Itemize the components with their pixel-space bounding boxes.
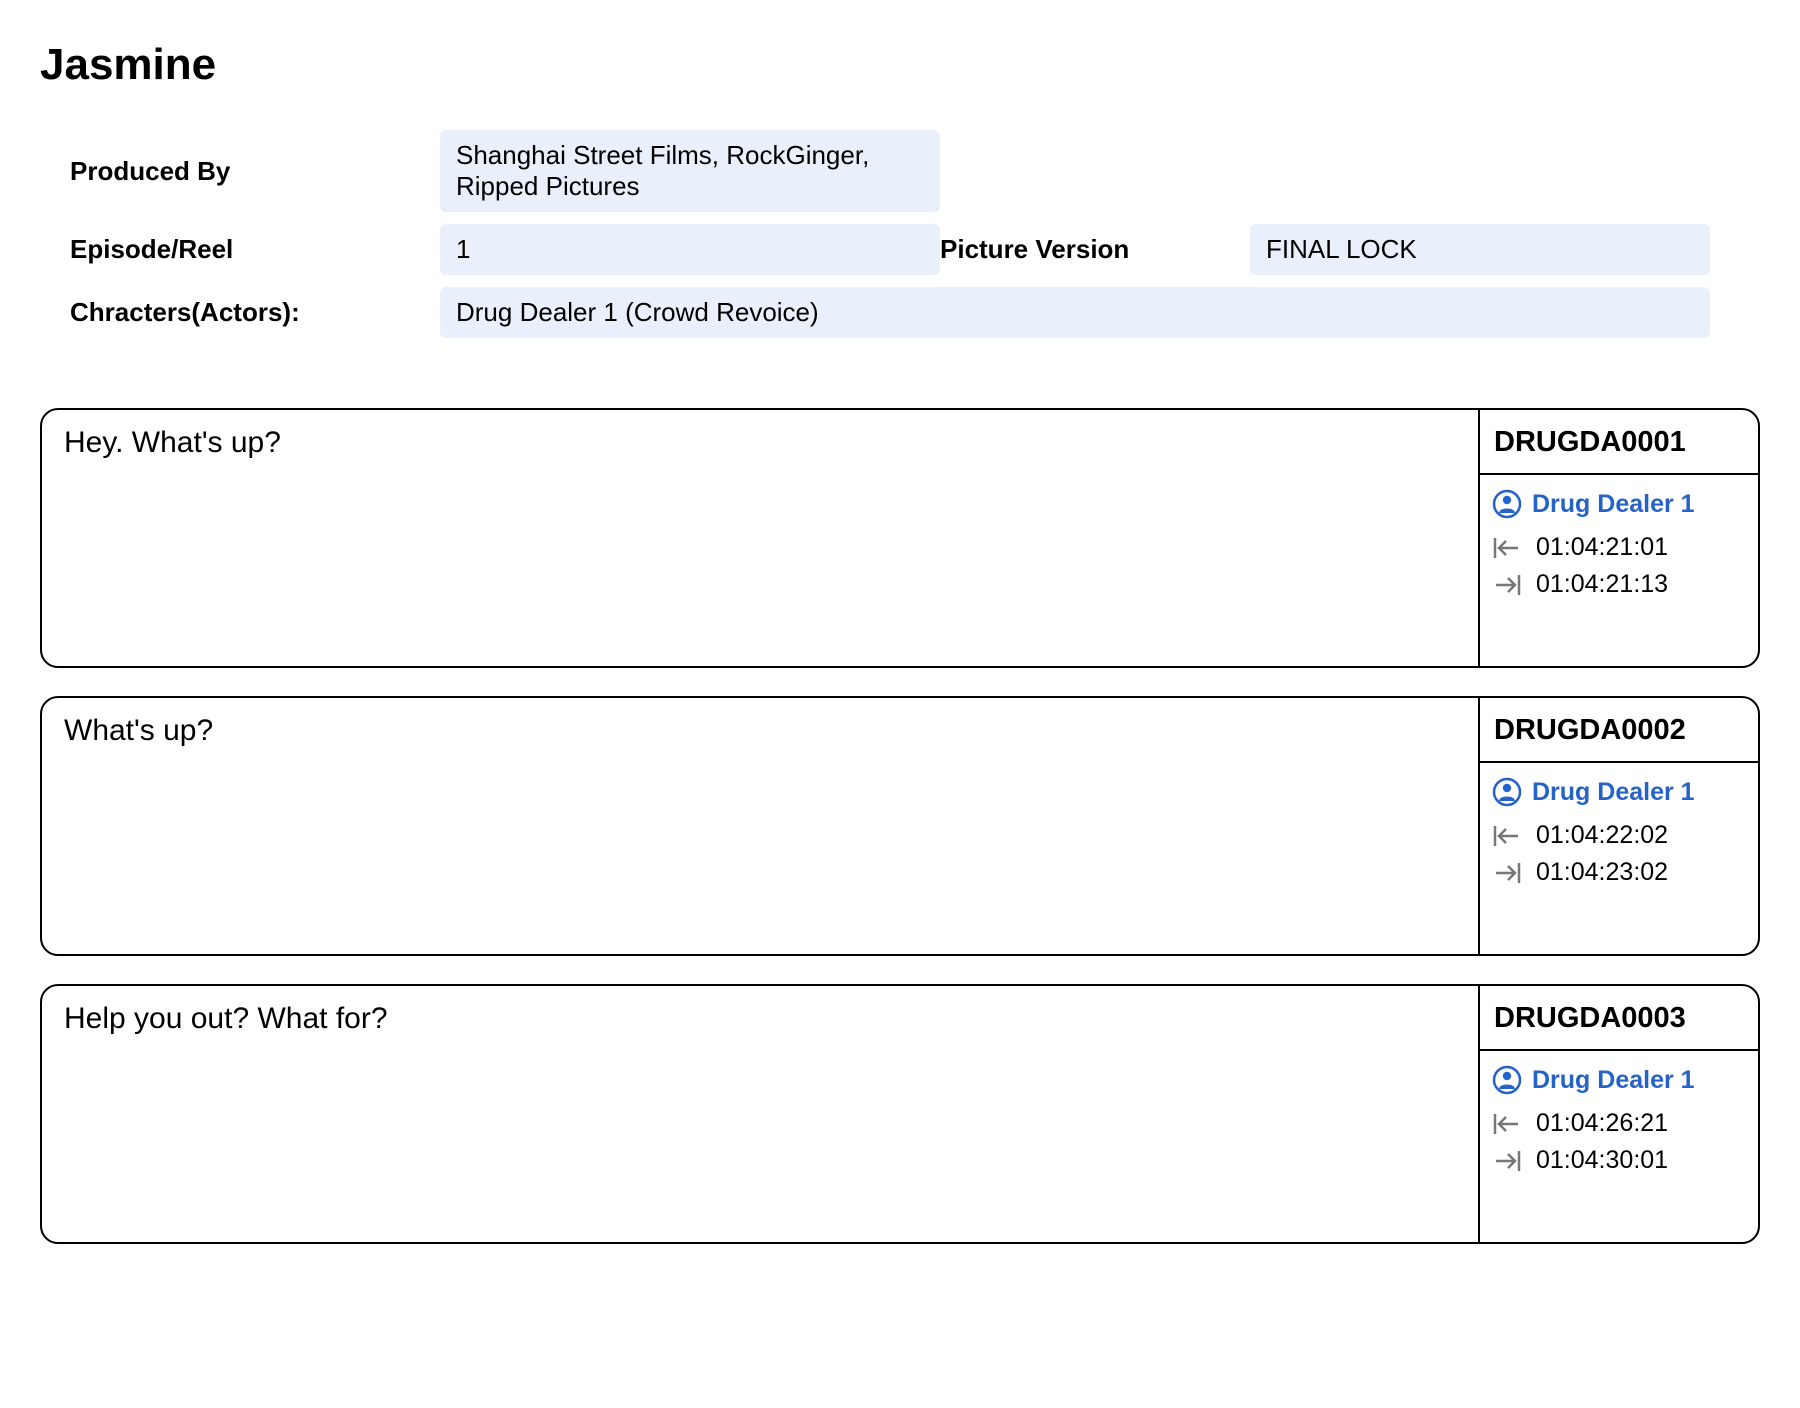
timecode-out-icon — [1492, 573, 1522, 597]
cue-dialogue: What's up? — [42, 698, 1478, 954]
person-icon — [1492, 777, 1522, 807]
timecode-in: 01:04:22:02 — [1536, 821, 1668, 850]
character-name: Drug Dealer 1 — [1532, 778, 1695, 807]
character-row: Drug Dealer 1 — [1492, 777, 1746, 807]
characters-value: Drug Dealer 1 (Crowd Revoice) — [440, 287, 1710, 338]
cue-id: DRUGDA0001 — [1480, 410, 1758, 475]
timecode-in-icon — [1492, 824, 1522, 848]
picture-version-label: Picture Version — [940, 224, 1250, 275]
person-icon — [1492, 489, 1522, 519]
cue-id: DRUGDA0002 — [1480, 698, 1758, 763]
timecode-out-icon — [1492, 1149, 1522, 1173]
picture-version-value: FINAL LOCK — [1250, 224, 1710, 275]
timecode-in-row: 01:04:22:02 — [1492, 821, 1746, 850]
cue-meta: Drug Dealer 1 01:04:22:02 01:04:23:02 — [1480, 763, 1758, 909]
produced-by-value: Shanghai Street Films, RockGinger, Rippe… — [440, 130, 940, 212]
meta-grid: Produced By Shanghai Street Films, RockG… — [40, 130, 1760, 338]
cue-card: What's up?DRUGDA0002 Drug Dealer 1 01:04:2… — [40, 696, 1760, 956]
timecode-in-icon — [1492, 536, 1522, 560]
timecode-out: 01:04:23:02 — [1536, 858, 1668, 887]
meta-empty-cell — [940, 130, 1250, 212]
meta-empty-cell — [1250, 130, 1710, 212]
timecode-in: 01:04:26:21 — [1536, 1109, 1668, 1138]
timecode-in-icon — [1492, 1112, 1522, 1136]
cues-container: Hey. What's up?DRUGDA0001 Drug Dealer 1 01… — [40, 408, 1760, 1244]
timecode-out-row: 01:04:21:13 — [1492, 570, 1746, 599]
timecode-out-row: 01:04:23:02 — [1492, 858, 1746, 887]
cue-meta: Drug Dealer 1 01:04:21:01 01:04:21:13 — [1480, 475, 1758, 621]
timecode-in-row: 01:04:21:01 — [1492, 533, 1746, 562]
timecode-in: 01:04:21:01 — [1536, 533, 1668, 562]
character-name: Drug Dealer 1 — [1532, 490, 1695, 519]
cue-dialogue: Help you out? What for? — [42, 986, 1478, 1242]
timecode-in-row: 01:04:26:21 — [1492, 1109, 1746, 1138]
cue-right-panel: DRUGDA0001 Drug Dealer 1 01:04:21:01 01:04:… — [1478, 410, 1758, 666]
cue-right-panel: DRUGDA0002 Drug Dealer 1 01:04:22:02 01:04:… — [1478, 698, 1758, 954]
timecode-out: 01:04:21:13 — [1536, 570, 1668, 599]
timecode-out-row: 01:04:30:01 — [1492, 1146, 1746, 1175]
timecode-out: 01:04:30:01 — [1536, 1146, 1668, 1175]
cue-dialogue: Hey. What's up? — [42, 410, 1478, 666]
characters-label: Chracters(Actors): — [70, 287, 440, 338]
cue-id: DRUGDA0003 — [1480, 986, 1758, 1051]
person-icon — [1492, 1065, 1522, 1095]
cue-meta: Drug Dealer 1 01:04:26:21 01:04:30:01 — [1480, 1051, 1758, 1197]
cue-card: Hey. What's up?DRUGDA0001 Drug Dealer 1 01… — [40, 408, 1760, 668]
character-row: Drug Dealer 1 — [1492, 489, 1746, 519]
episode-value: 1 — [440, 224, 940, 275]
cue-right-panel: DRUGDA0003 Drug Dealer 1 01:04:26:21 01:04:… — [1478, 986, 1758, 1242]
episode-label: Episode/Reel — [70, 224, 440, 275]
cue-card: Help you out? What for?DRUGDA0003Drug De… — [40, 984, 1760, 1244]
produced-by-label: Produced By — [70, 130, 440, 212]
character-name: Drug Dealer 1 — [1532, 1066, 1695, 1095]
timecode-out-icon — [1492, 861, 1522, 885]
character-row: Drug Dealer 1 — [1492, 1065, 1746, 1095]
page-title: Jasmine — [40, 40, 1760, 90]
